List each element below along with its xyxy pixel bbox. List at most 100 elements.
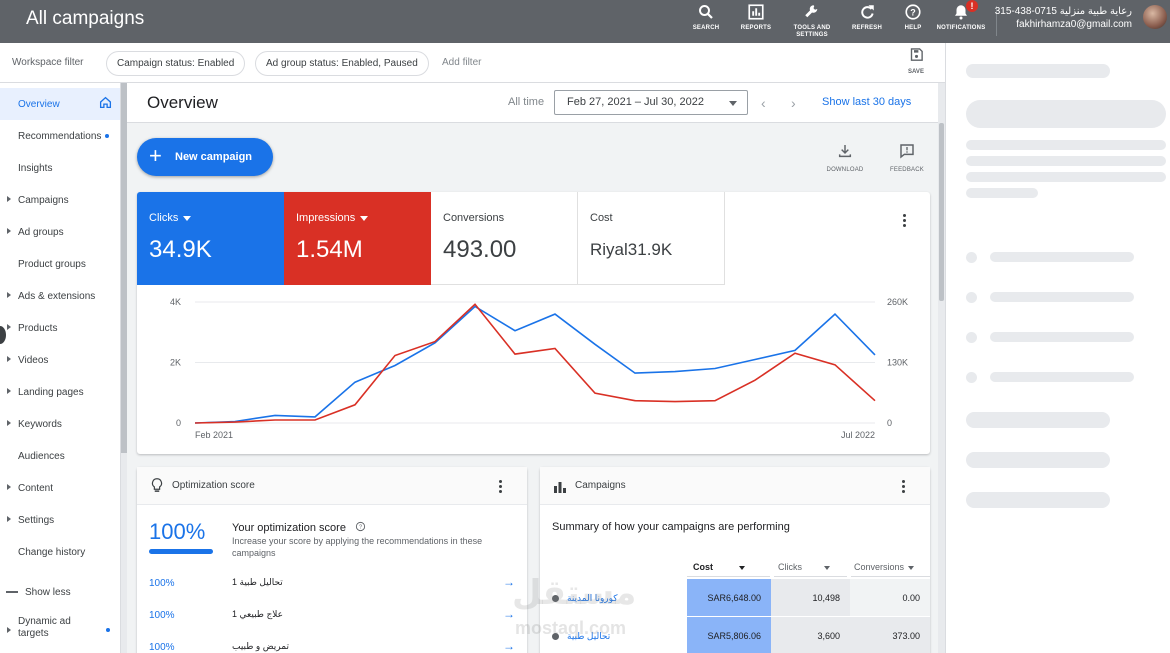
show-less-label: Show less [25,587,71,598]
save-button[interactable]: SAVE [903,47,929,75]
show-last-30-days-link[interactable]: Show last 30 days [822,96,911,108]
sidebar-item-ads-extensions[interactable]: Ads & extensions [0,280,120,312]
sidebar-item-products[interactable]: Products [0,312,120,344]
skeleton-dot [966,372,977,383]
sidebar-item-keywords[interactable]: Keywords [0,408,120,440]
more-options-icon[interactable] [903,214,907,229]
page-title: All campaigns [26,8,145,29]
feedback-button[interactable]: FEEDBACK [885,143,929,173]
row-score: 100% [149,578,175,589]
metric-clicks[interactable]: Clicks 34.9K [137,192,284,285]
sidebar-item-recommendations[interactable]: Recommendations [0,120,120,152]
previous-period-icon[interactable]: ‹ [761,95,766,111]
recommendation-row[interactable]: 100% علاج طبيعي 1 → [137,599,527,631]
optimization-score: 100% [149,519,206,544]
metric-name: Conversions [443,212,505,224]
date-range-picker[interactable]: Feb 27, 2021 – Jul 30, 2022 [554,90,748,115]
plus-icon: + [149,143,162,168]
next-period-icon[interactable]: › [791,95,796,111]
bar-chart-icon [554,480,566,498]
more-options-icon[interactable] [902,480,906,495]
performance-chart: 4K 2K 0 260K 130K 0 Feb 2021 Jul 2022 [170,297,908,440]
skeleton-bar [966,188,1038,198]
reports-button[interactable]: REPORTS [726,2,786,32]
new-campaign-label: New campaign [175,151,253,163]
sidebar-item-content[interactable]: Content [0,472,120,504]
sidebar-item-product-groups[interactable]: Product groups [0,248,120,280]
column-header-clicks[interactable]: Clicks [774,557,847,577]
more-options-icon[interactable] [499,480,503,495]
account-info[interactable]: 315-438-0715 رعاية طبية منزلية fakhirham… [995,5,1132,31]
right-panel-loading [945,43,1170,653]
new-campaign-button[interactable]: + New campaign [137,138,273,176]
tools-settings-button[interactable]: TOOLS AND SETTINGS [782,2,842,39]
scrollbar-thumb[interactable] [939,123,944,301]
sidebar-item-label: Ads & extensions [18,291,96,302]
arrow-right-icon[interactable]: → [503,639,515,653]
sidebar-item-overview[interactable]: Overview [0,88,120,120]
wrench-icon [782,3,842,25]
sidebar-item-change-history[interactable]: Change history [0,536,120,568]
sidebar-item-videos[interactable]: Videos [0,344,120,376]
optimization-score-bar [149,549,213,554]
right-axis-tick: 130K [887,358,908,368]
notification-dot [105,134,109,138]
clicks-cell: 10,498 [771,579,850,617]
notifications-button[interactable]: NOTIFICATIONS [931,2,991,32]
sort-arrow-icon [739,565,745,570]
sidebar-item-label: Overview [18,99,60,110]
sidebar-item-campaigns[interactable]: Campaigns [0,184,120,216]
metric-conversions[interactable]: Conversions 493.00 [431,192,578,285]
reports-label: REPORTS [740,25,772,31]
skeleton-bar [966,64,1110,78]
skeleton-bar [990,292,1134,302]
filter-chip-campaign-status[interactable]: Campaign status: Enabled [106,51,246,76]
column-header-cost[interactable]: Cost [687,557,770,577]
show-less-button[interactable]: Show less [0,580,120,604]
caret-right-icon [7,420,11,426]
svg-text:?: ? [359,525,362,531]
filter-chip-ad-group-status[interactable]: Ad group status: Enabled, Paused [255,51,429,76]
sidebar-item-label: Insights [18,163,53,174]
metric-impressions[interactable]: Impressions 1.54M [284,192,431,285]
notifications-label: NOTIFICATIONS [936,25,986,31]
date-range-value: Feb 27, 2021 – Jul 30, 2022 [567,96,704,108]
sidebar-item-settings[interactable]: Settings [0,504,120,536]
sidebar-item-audiences[interactable]: Audiences [0,440,120,472]
metric-name: Cost [590,212,613,224]
avatar[interactable] [1143,5,1167,29]
column-header-conversions[interactable]: Conversions [851,557,930,577]
sidebar-item-label: Product groups [18,259,86,270]
conversions-cell: 373.00 [850,617,930,653]
sidebar-item-label: Landing pages [18,387,84,398]
optimization-card-header: Optimization score [137,467,527,505]
skeleton-bar [966,140,1166,150]
campaign-name: علاج طبيعي 1 [232,609,284,619]
download-button[interactable]: DOWNLOAD [823,143,867,173]
metric-cost[interactable]: Cost Riyal31.9K [578,192,725,285]
sidebar-item-label: Ad groups [18,227,64,238]
recommendation-row[interactable]: 100% تمريض و طبيب → [137,631,527,653]
x-axis-end-label: Jul 2022 [841,430,875,440]
feedback-icon [899,144,915,163]
feedback-label: FEEDBACK [890,167,924,173]
sidebar-item-ad-groups[interactable]: Ad groups [0,216,120,248]
tools-label: TOOLS AND SETTINGS [793,25,831,38]
sidebar-item-landing-pages[interactable]: Landing pages [0,376,120,408]
caret-right-icon [7,324,11,330]
cost-cell: SAR5,806.06 [687,617,771,653]
workspace-filter[interactable]: Workspace filter [12,57,84,68]
main-scrollbar[interactable] [938,83,945,653]
sidebar-item-dynamic-ad-targets[interactable]: Dynamic ad targets [0,611,120,649]
download-label: DOWNLOAD [826,167,864,173]
campaigns-card-header: Campaigns [540,467,930,505]
right-axis-tick: 260K [887,297,908,307]
recommendation-row[interactable]: 100% تحاليل طبية 1 → [137,567,527,599]
help-icon: ? [355,521,366,535]
caret-right-icon [7,356,11,362]
metric-name: Impressions [296,212,369,224]
sidebar-item-insights[interactable]: Insights [0,152,120,184]
skeleton-bar [990,252,1134,262]
add-filter-button[interactable]: Add filter [442,57,481,68]
metric-value: Riyal31.9K [590,240,673,259]
